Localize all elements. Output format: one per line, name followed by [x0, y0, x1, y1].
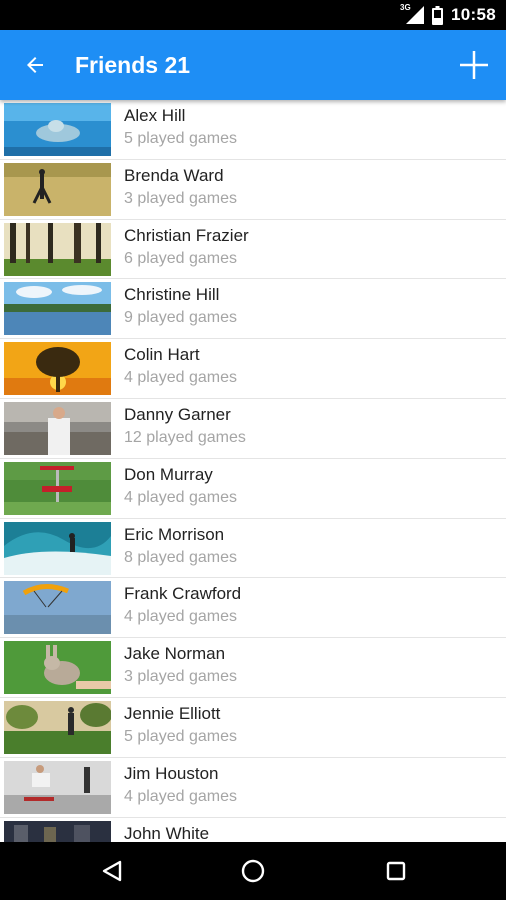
list-item[interactable]: Christine Hill 9 played games [0, 279, 506, 340]
friend-name: Christine Hill [124, 285, 220, 305]
list-item[interactable]: Don Murray 4 played games [0, 459, 506, 519]
friend-photo [4, 103, 111, 156]
friend-name: Jim Houston [124, 763, 219, 783]
friend-photo [4, 401, 111, 455]
list-item[interactable]: Christian Frazier 6 played games [0, 220, 506, 280]
friend-games-count: 3 played games [124, 668, 237, 686]
friend-name: John White [124, 823, 210, 842]
friend-name: Eric Morrison [124, 524, 225, 544]
friends-list[interactable]: Alex Hill 5 played games Brenda Ward 3 p… [0, 100, 506, 842]
list-item[interactable]: Frank Crawford 4 played games [0, 578, 506, 639]
friend-games-count: 4 played games [124, 369, 237, 387]
friend-name: Alex Hill [124, 106, 186, 125]
circle-home-icon [241, 859, 265, 883]
nav-recents-button[interactable] [374, 849, 418, 893]
battery-icon [432, 5, 444, 25]
friend-games-count: 5 played games [124, 130, 237, 147]
friend-photo [4, 342, 111, 396]
list-item[interactable]: Colin Hart 4 played games [0, 339, 506, 399]
page-title: Friends 21 [75, 52, 191, 78]
friend-name: Jake Norman [124, 644, 226, 664]
list-item[interactable]: John White [0, 818, 506, 842]
navigation-bar [0, 842, 506, 900]
signal-icon: 3G [400, 3, 425, 24]
friend-photo [4, 700, 111, 754]
friend-photo [4, 820, 111, 842]
friend-games-count: 3 played games [124, 189, 237, 207]
friend-name: Christian Frazier [124, 225, 249, 245]
friend-name: Danny Garner [124, 404, 231, 424]
list-item[interactable]: Jim Houston 4 played games [0, 758, 506, 818]
friend-photo [4, 222, 111, 276]
friend-games-count: 6 played games [124, 249, 237, 267]
list-item[interactable]: Jake Norman 3 played games [0, 638, 506, 698]
friend-photo [4, 162, 111, 216]
list-item[interactable]: Alex Hill 5 played games [0, 100, 506, 160]
friend-games-count: 8 played games [124, 548, 237, 566]
friend-name: Don Murray [124, 464, 213, 484]
friend-photo [4, 581, 111, 635]
friend-photo [4, 641, 111, 695]
friend-games-count: 4 played games [124, 787, 237, 805]
friend-photo [4, 521, 111, 575]
status-time: 10:58 [451, 5, 496, 24]
nav-back-button[interactable] [90, 849, 134, 893]
friend-name: Colin Hart [124, 345, 200, 365]
nav-home-button[interactable] [231, 849, 275, 893]
friend-photo [4, 461, 111, 515]
friend-photo [4, 760, 111, 814]
friend-games-count: 4 played games [124, 488, 237, 506]
app-bar: Friends 21 [0, 30, 506, 100]
friend-games-count: 5 played games [124, 727, 237, 745]
list-item[interactable]: Danny Garner 12 played games [0, 399, 506, 459]
friend-games-count: 4 played games [124, 608, 237, 626]
friend-name: Jennie Elliott [124, 703, 221, 723]
friend-games-count: 12 played games [124, 428, 246, 446]
triangle-back-icon [102, 860, 122, 882]
square-recents-icon [386, 861, 406, 881]
friend-photo [4, 282, 111, 336]
list-item[interactable]: Eric Morrison 8 played games [0, 519, 506, 579]
friend-name: Brenda Ward [124, 165, 224, 185]
friend-games-count: 9 played games [124, 309, 237, 327]
list-item[interactable]: Brenda Ward 3 played games [0, 160, 506, 220]
status-bar: 3G 10:58 [0, 0, 506, 30]
network-type-label: 3G [400, 3, 411, 12]
arrow-left-icon [27, 57, 43, 73]
list-item[interactable]: Jennie Elliott 5 played games [0, 698, 506, 758]
status-icons: 3G 10:58 [400, 0, 496, 30]
add-friend-button[interactable] [452, 43, 496, 87]
plus-icon [460, 51, 488, 79]
back-button[interactable] [14, 44, 56, 86]
friend-name: Frank Crawford [124, 584, 242, 604]
